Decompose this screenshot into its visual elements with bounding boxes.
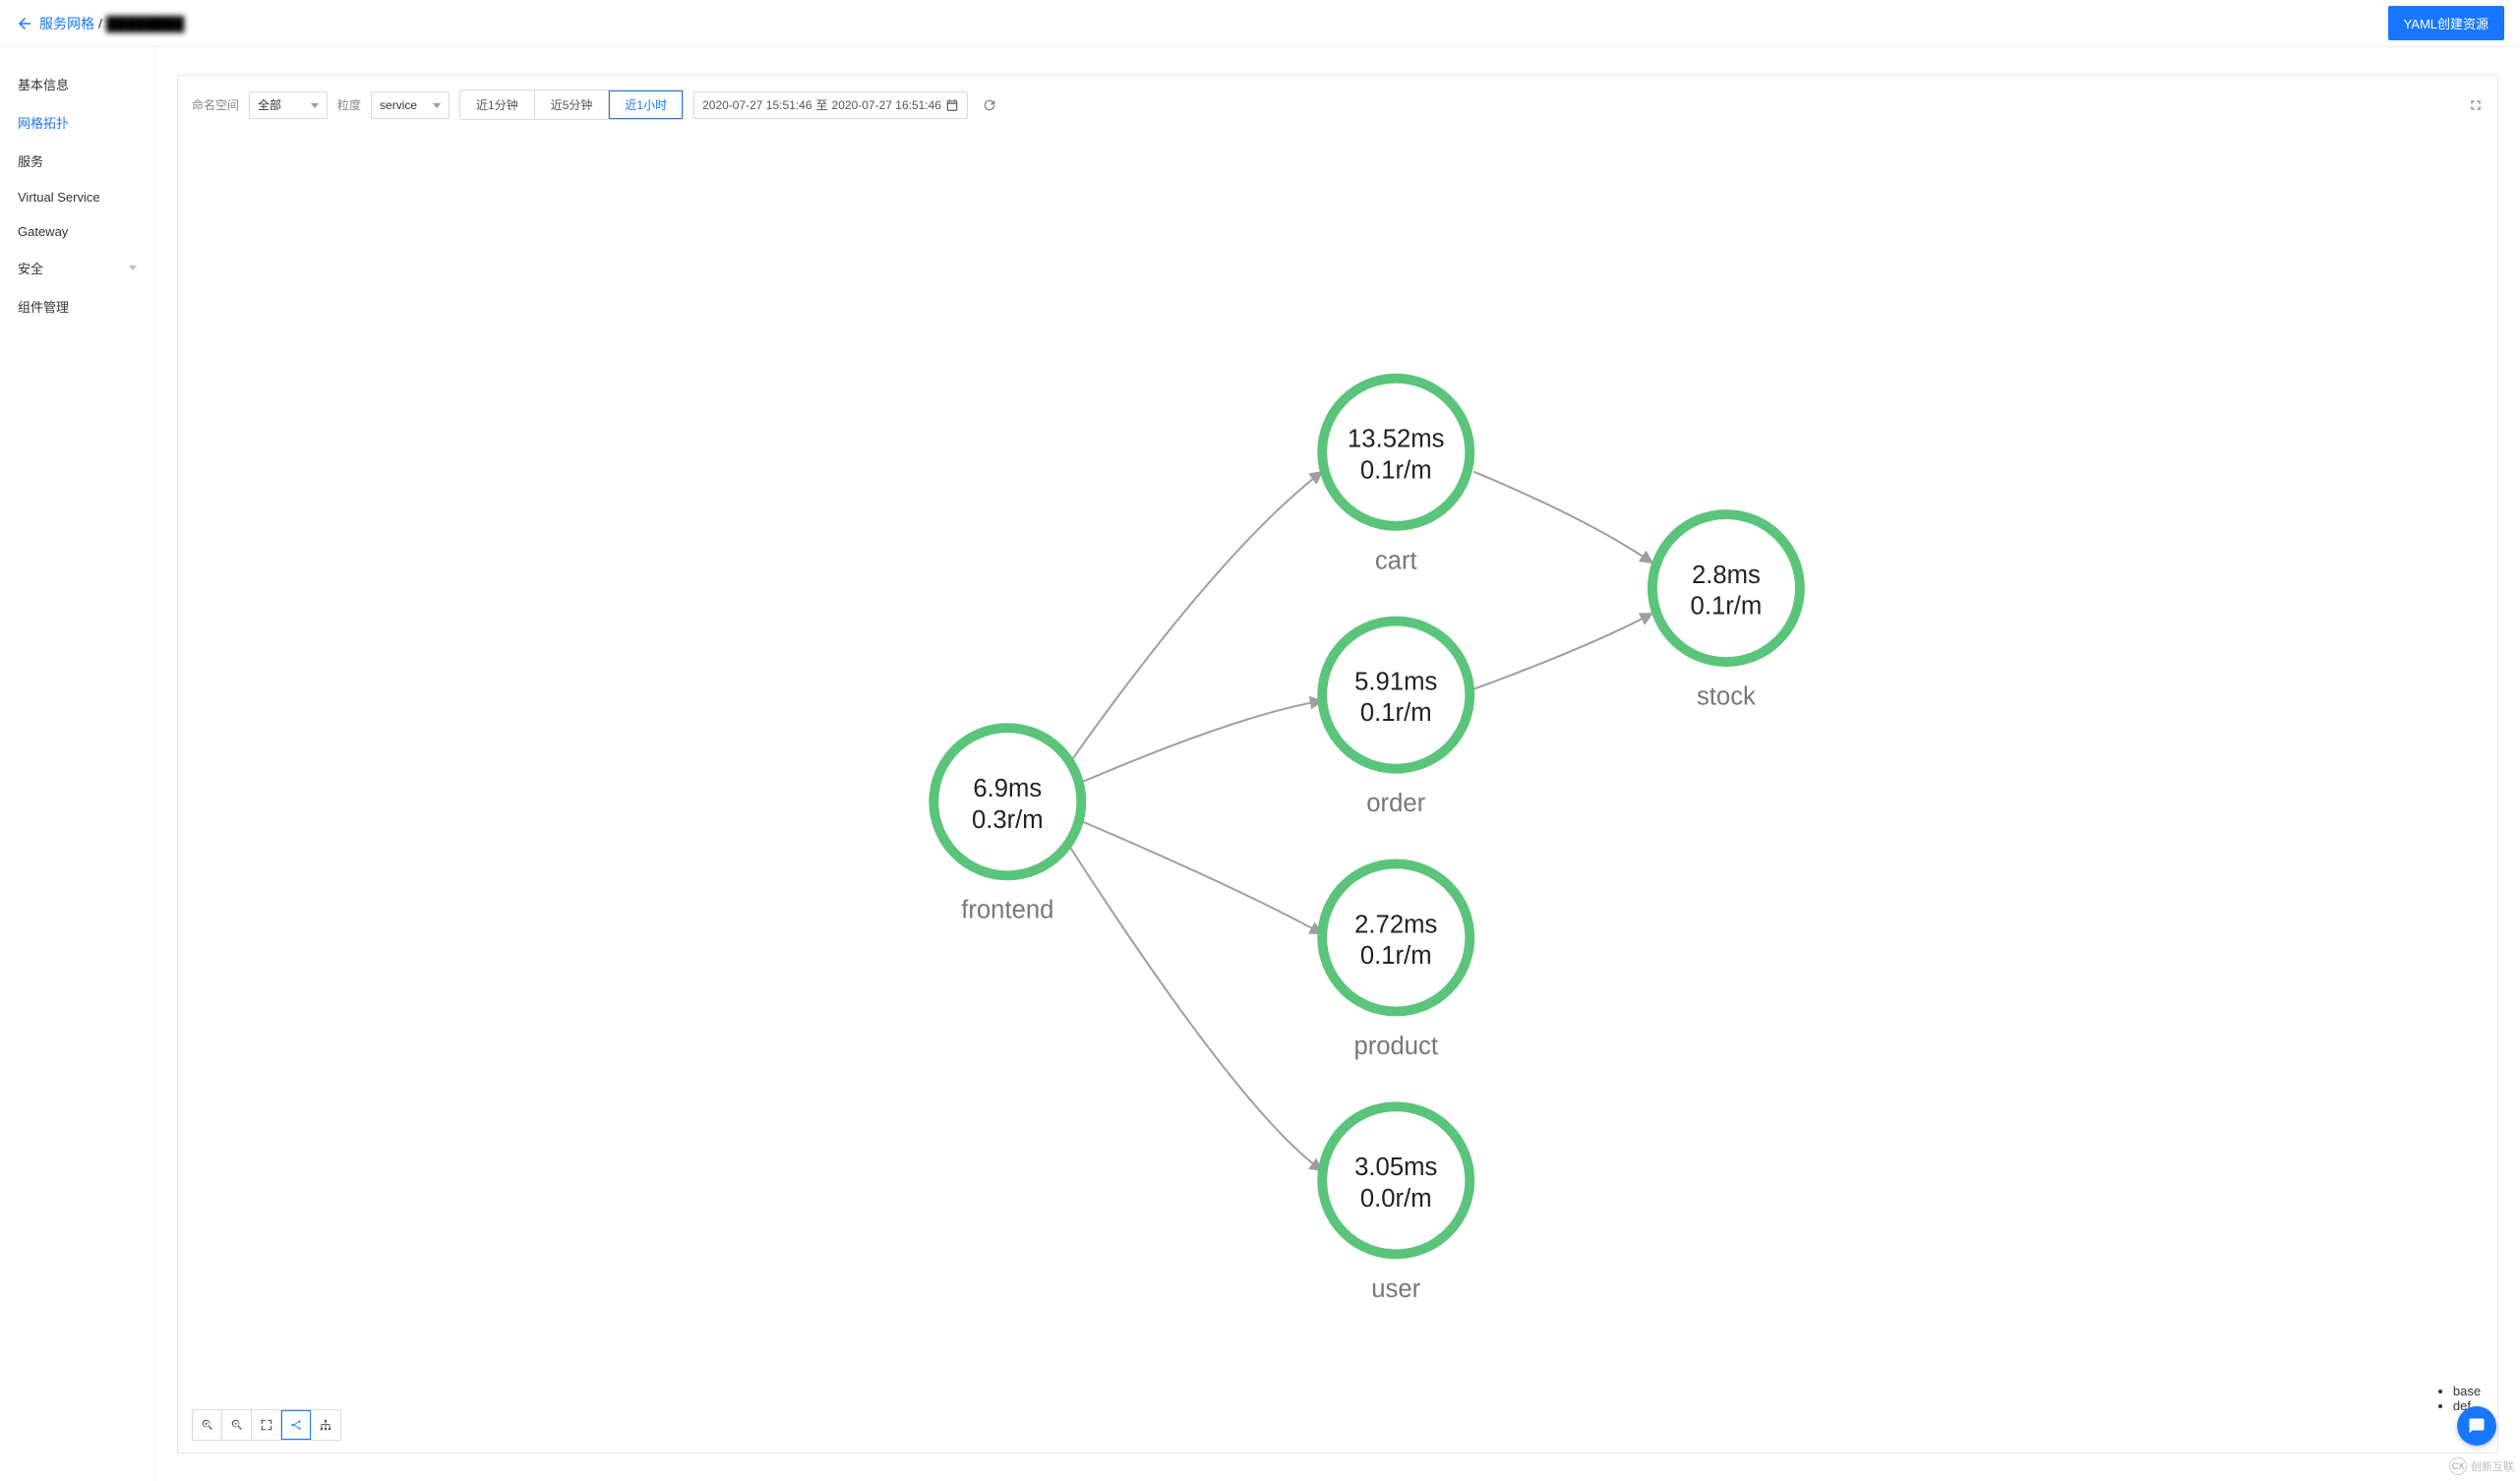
breadcrumb-current: ████████ <box>106 16 184 31</box>
svg-text:3.05ms: 3.05ms <box>1354 1154 1437 1181</box>
panel-toolbar: 命名空间 全部 粒度 service 近1分钟 近5分钟 近1小时 2020-0… <box>192 89 2484 120</box>
watermark: CX 创新互联 <box>2449 1457 2514 1475</box>
sidebar-item-virtual-service[interactable]: Virtual Service <box>0 180 154 214</box>
svg-text:0.1r/m: 0.1r/m <box>1360 942 1432 970</box>
node-product[interactable]: 2.72ms 0.1r/m product <box>1322 863 1470 1060</box>
zoom-in-icon <box>201 1418 214 1432</box>
time-option-1h[interactable]: 近1小时 <box>609 90 683 119</box>
fit-view-icon <box>260 1418 273 1432</box>
edge-order-stock <box>1473 614 1652 689</box>
edge-frontend-user <box>1066 841 1323 1171</box>
node-order[interactable]: 5.91ms 0.1r/m order <box>1322 622 1470 818</box>
tree-layout-icon <box>319 1418 332 1432</box>
namespace-select[interactable]: 全部 <box>249 91 328 119</box>
sidebar-item-security[interactable]: 安全 <box>0 249 154 287</box>
sidebar-item-services[interactable]: 服务 <box>0 142 154 180</box>
topology-graph[interactable]: 6.9ms 0.3r/m frontend 13.52ms 0.1r/m car… <box>192 120 2484 1445</box>
time-option-5m[interactable]: 近5分钟 <box>535 90 610 119</box>
sidebar-item-label: Virtual Service <box>18 190 100 205</box>
time-range-segmented: 近1分钟 近5分钟 近1小时 <box>459 89 684 120</box>
node-frontend[interactable]: 6.9ms 0.3r/m frontend <box>933 728 1081 924</box>
zoom-out-button[interactable] <box>222 1410 252 1440</box>
granularity-label: 粒度 <box>337 96 361 113</box>
chat-icon <box>2468 1417 2486 1435</box>
svg-text:0.1r/m: 0.1r/m <box>1360 456 1432 484</box>
date-range-picker[interactable]: 2020-07-27 15:51:46 至 2020-07-27 16:51:4… <box>693 91 968 119</box>
date-join: 至 <box>816 96 828 113</box>
node-stock[interactable]: 2.8ms 0.1r/m stock <box>1652 514 1800 711</box>
fullscreen-icon[interactable] <box>2468 97 2484 113</box>
sidebar-item-label: 组件管理 <box>18 297 69 316</box>
sidebar-item-label: 服务 <box>18 151 43 170</box>
calendar-icon <box>945 98 959 112</box>
sidebar-item-gateway[interactable]: Gateway <box>0 214 154 249</box>
topology-panel: 命名空间 全部 粒度 service 近1分钟 近5分钟 近1小时 2020-0… <box>177 75 2498 1453</box>
svg-text:0.1r/m: 0.1r/m <box>1360 699 1432 727</box>
sidebar-item-label: 基本信息 <box>18 75 69 93</box>
sidebar-item-mesh-topology[interactable]: 网格拓扑 <box>0 103 154 142</box>
yaml-create-button[interactable]: YAML创建资源 <box>2388 6 2504 40</box>
date-from: 2020-07-27 15:51:46 <box>702 98 811 112</box>
edge-frontend-cart <box>1070 472 1323 763</box>
date-to: 2020-07-27 16:51:46 <box>832 98 941 112</box>
svg-text:0.3r/m: 0.3r/m <box>972 806 1044 834</box>
zoom-in-button[interactable] <box>193 1410 222 1440</box>
chat-fab[interactable] <box>2457 1406 2496 1446</box>
breadcrumb-root[interactable]: 服务网格 <box>39 14 94 33</box>
namespace-value: 全部 <box>258 96 281 113</box>
zoom-out-icon <box>230 1418 244 1432</box>
svg-text:product: product <box>1353 1033 1438 1060</box>
svg-text:0.1r/m: 0.1r/m <box>1691 593 1763 621</box>
svg-text:0.0r/m: 0.0r/m <box>1360 1185 1432 1213</box>
svg-text:2.8ms: 2.8ms <box>1692 562 1761 589</box>
watermark-text: 创新互联 <box>2471 1458 2514 1474</box>
svg-text:13.52ms: 13.52ms <box>1348 426 1444 453</box>
svg-text:2.72ms: 2.72ms <box>1354 911 1437 938</box>
top-header: 服务网格 / ████████ YAML创建资源 <box>0 0 2520 47</box>
layout-network-button[interactable] <box>281 1410 311 1440</box>
graph-toolbar <box>192 1409 341 1441</box>
sidebar-item-basic-info[interactable]: 基本信息 <box>0 65 154 103</box>
breadcrumb-separator: / <box>98 16 102 31</box>
svg-text:5.91ms: 5.91ms <box>1354 669 1437 696</box>
svg-text:cart: cart <box>1375 547 1417 574</box>
node-cart[interactable]: 13.52ms 0.1r/m cart <box>1322 379 1470 575</box>
granularity-value: service <box>380 98 417 112</box>
sidebar-item-label: 网格拓扑 <box>18 113 69 132</box>
edge-frontend-product <box>1081 821 1322 934</box>
chevron-down-icon <box>129 266 137 270</box>
svg-text:user: user <box>1371 1275 1420 1303</box>
namespace-label: 命名空间 <box>192 96 239 113</box>
svg-text:frontend: frontend <box>961 897 1053 924</box>
time-option-1m[interactable]: 近1分钟 <box>460 90 535 119</box>
back-arrow-icon[interactable] <box>16 15 33 32</box>
edge-cart-stock <box>1473 472 1652 563</box>
watermark-logo-icon: CX <box>2449 1457 2467 1475</box>
granularity-select[interactable]: service <box>371 91 450 119</box>
sidebar: 基本信息 网格拓扑 服务 Virtual Service Gateway 安全 … <box>0 47 155 1481</box>
node-user[interactable]: 3.05ms 0.0r/m user <box>1322 1106 1470 1303</box>
legend-item: base <box>2453 1384 2484 1398</box>
sidebar-item-label: 安全 <box>18 259 43 277</box>
fit-view-button[interactable] <box>252 1410 281 1440</box>
svg-text:6.9ms: 6.9ms <box>973 775 1042 802</box>
sidebar-item-component-mgmt[interactable]: 组件管理 <box>0 287 154 326</box>
edge-frontend-order <box>1081 701 1322 783</box>
layout-tree-button[interactable] <box>311 1410 340 1440</box>
sidebar-item-label: Gateway <box>18 224 68 239</box>
svg-text:order: order <box>1366 790 1425 817</box>
refresh-icon[interactable] <box>982 97 997 113</box>
network-layout-icon <box>289 1418 303 1432</box>
svg-text:stock: stock <box>1697 683 1756 711</box>
